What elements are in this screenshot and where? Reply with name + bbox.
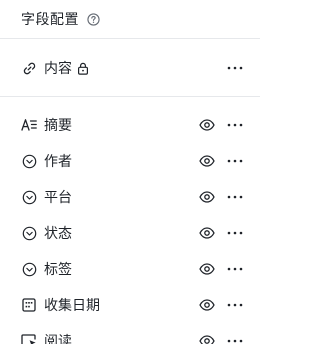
primary-field-label: 内容 bbox=[44, 61, 72, 77]
dropdown-circle-icon bbox=[21, 225, 37, 241]
more-options-button[interactable] bbox=[226, 116, 244, 134]
field-label: 作者 bbox=[44, 154, 72, 170]
field-config-panel: 字段配置 内容 摘要 作者 平台 状态 标签 收集日期 阅读 bbox=[0, 0, 260, 344]
field-row-author[interactable]: 作者 bbox=[0, 143, 260, 179]
field-row-platform[interactable]: 平台 bbox=[0, 179, 260, 215]
field-label: 阅读 bbox=[44, 334, 72, 344]
more-options-button[interactable] bbox=[226, 59, 244, 77]
primary-field-row[interactable]: 内容 bbox=[0, 50, 260, 86]
eye-icon[interactable] bbox=[198, 152, 216, 170]
more-options-button[interactable] bbox=[226, 224, 244, 242]
dropdown-circle-icon bbox=[21, 153, 37, 169]
eye-icon[interactable] bbox=[198, 116, 216, 134]
eye-icon[interactable] bbox=[198, 188, 216, 206]
eye-icon[interactable] bbox=[198, 296, 216, 314]
panel-title: 字段配置 bbox=[21, 12, 79, 28]
field-row-summary[interactable]: 摘要 bbox=[0, 107, 260, 143]
calendar-icon bbox=[21, 297, 37, 313]
more-options-button[interactable] bbox=[226, 260, 244, 278]
link-icon bbox=[21, 60, 37, 76]
more-options-button[interactable] bbox=[226, 332, 244, 344]
field-label: 平台 bbox=[44, 190, 72, 206]
field-label: 标签 bbox=[44, 262, 72, 278]
field-label: 收集日期 bbox=[44, 298, 100, 314]
help-circle-icon[interactable] bbox=[84, 10, 102, 28]
dropdown-circle-icon bbox=[21, 261, 37, 277]
more-options-button[interactable] bbox=[226, 152, 244, 170]
dropdown-circle-icon bbox=[21, 189, 37, 205]
field-label: 状态 bbox=[44, 226, 72, 242]
text-format-icon bbox=[21, 117, 37, 133]
field-row-tags[interactable]: 标签 bbox=[0, 251, 260, 287]
field-label: 摘要 bbox=[44, 118, 72, 134]
eye-icon[interactable] bbox=[198, 224, 216, 242]
field-row-collect-date[interactable]: 收集日期 bbox=[0, 287, 260, 323]
field-row-read[interactable]: 阅读 bbox=[0, 323, 260, 344]
panel-header: 字段配置 bbox=[0, 0, 260, 38]
field-row-status[interactable]: 状态 bbox=[0, 215, 260, 251]
lock-icon bbox=[76, 61, 90, 75]
more-options-button[interactable] bbox=[226, 188, 244, 206]
read-cursor-icon bbox=[21, 333, 37, 344]
eye-icon[interactable] bbox=[198, 260, 216, 278]
more-options-button[interactable] bbox=[226, 296, 244, 314]
eye-icon[interactable] bbox=[198, 332, 216, 344]
